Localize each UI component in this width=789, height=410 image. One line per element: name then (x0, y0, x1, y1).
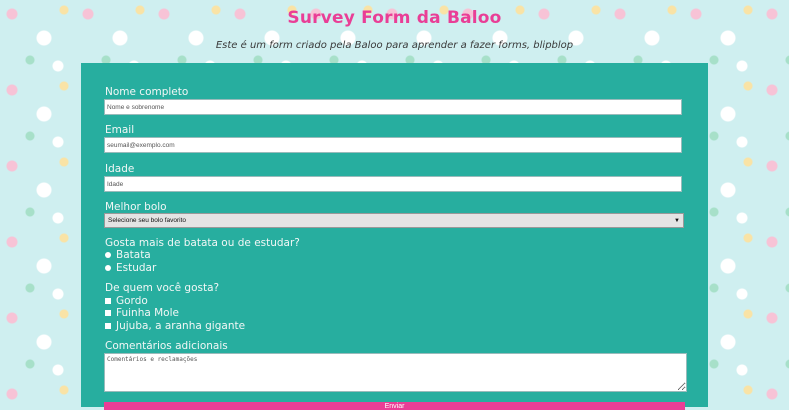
checkbox[interactable] (105, 310, 111, 316)
radio-button[interactable] (105, 252, 111, 258)
cake-select-value: Selecione seu bolo favorito (108, 217, 187, 224)
checkbox-option-label: Fuinha Mole (116, 307, 179, 319)
comments-textarea[interactable] (104, 353, 687, 392)
cake-select[interactable]: Selecione seu bolo favorito ▼ (104, 213, 684, 228)
radio-button[interactable] (105, 265, 111, 271)
question2-label: De quem você gosta? (105, 282, 220, 294)
email-label: Email (105, 124, 135, 136)
cake-label: Melhor bolo (105, 201, 167, 213)
radio-option-batata[interactable]: Batata (105, 249, 151, 261)
page-title: Survey Form da Baloo (287, 8, 502, 28)
page-description: Este é um form criado pela Baloo para ap… (215, 40, 574, 51)
name-input[interactable] (104, 99, 682, 115)
checkbox-option-gordo[interactable]: Gordo (105, 295, 148, 307)
age-input[interactable] (104, 176, 682, 192)
question1-label: Gosta mais de batata ou de estudar? (105, 237, 300, 249)
comments-label: Comentários adicionais (105, 340, 228, 352)
age-label: Idade (105, 163, 135, 175)
email-input[interactable] (104, 137, 682, 153)
radio-option-label: Batata (116, 249, 151, 261)
submit-button[interactable]: Enviar (104, 402, 685, 410)
survey-form: Nome completo Email Idade Melhor bolo Se… (81, 63, 708, 410)
select-arrow-icon: ▼ (674, 217, 680, 224)
checkbox-option-label: Jujuba, a aranha gigante (116, 320, 246, 332)
checkbox-option-fuinha-mole[interactable]: Fuinha Mole (105, 307, 179, 319)
radio-option-estudar[interactable]: Estudar (105, 262, 156, 274)
checkbox-option-label: Gordo (116, 295, 148, 307)
checkbox-option-jujuba[interactable]: Jujuba, a aranha gigante (105, 320, 245, 332)
checkbox[interactable] (105, 323, 111, 329)
checkbox[interactable] (105, 298, 111, 304)
radio-option-label: Estudar (116, 262, 157, 274)
name-label: Nome completo (105, 86, 189, 98)
